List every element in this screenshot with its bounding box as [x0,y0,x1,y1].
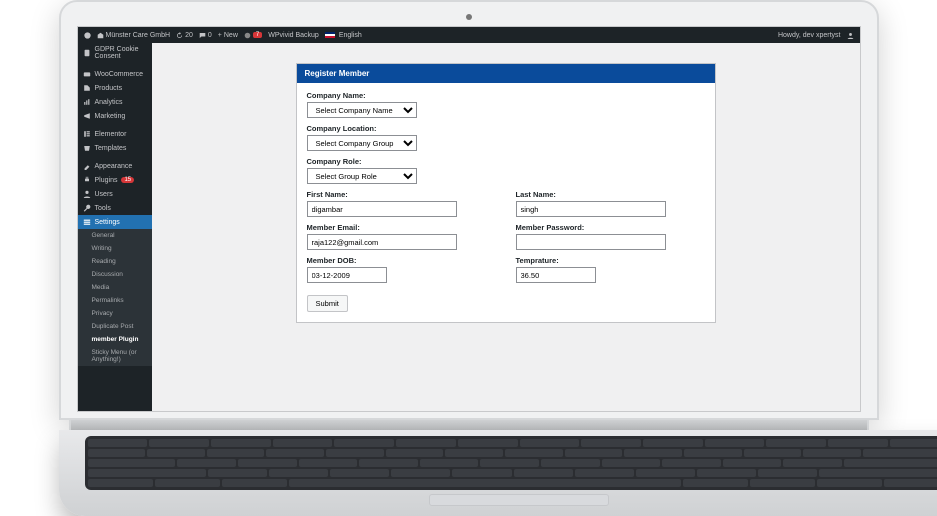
email-input[interactable] [307,234,457,250]
menu-label: Settings [95,219,120,226]
menu-label: Analytics [95,99,123,106]
flag-icon [325,32,335,38]
register-member-card: Register Member Company Name: Select Com… [296,63,716,323]
submenu-discussion[interactable]: Discussion [78,268,152,281]
submenu-permalinks[interactable]: Permalinks [78,294,152,307]
company-name-label: Company Name: [307,91,705,100]
sidebar-item-settings[interactable]: Settings [78,215,152,229]
submenu-writing[interactable]: Writing [78,242,152,255]
sidebar-item-analytics[interactable]: Analytics [78,95,152,109]
laptop-keyboard-deck [59,430,937,516]
submenu-sticky-menu[interactable]: Sticky Menu (or Anything!) [78,346,152,366]
site-name[interactable]: Münster Care GmbH [97,32,171,39]
submenu-member-plugin[interactable]: member Plugin [78,333,152,346]
plugin-notice[interactable]: 7 [244,32,262,39]
menu-label: Tools [95,205,111,212]
sidebar-item-templates[interactable]: Templates [78,141,152,155]
plugins-count-badge: 15 [121,177,134,183]
menu-label: Users [95,191,113,198]
sidebar-item-woocommerce[interactable]: WooCommerce [78,67,152,81]
temperature-label: Temprature: [516,256,705,265]
sidebar-item-products[interactable]: Products [78,81,152,95]
wpvivid-link[interactable]: WPvivid Backup [268,32,319,39]
submenu-privacy[interactable]: Privacy [78,307,152,320]
updates-count[interactable]: 20 [176,32,193,39]
first-name-label: First Name: [307,190,496,199]
admin-bar: Münster Care GmbH 20 0 + New 7 WPvivid B… [78,27,860,43]
laptop-keyboard [85,436,937,490]
menu-label: Products [95,85,123,92]
language-switcher[interactable]: English [325,32,362,39]
sidebar-item-marketing[interactable]: Marketing [78,109,152,123]
laptop-hinge [69,420,869,430]
sidebar-item-plugins[interactable]: Plugins 15 [78,173,152,187]
submenu-duplicate-post[interactable]: Duplicate Post [78,320,152,333]
submenu-media[interactable]: Media [78,281,152,294]
dob-input[interactable] [307,267,387,283]
menu-label: Marketing [95,113,126,120]
company-role-select[interactable]: Select Group Role [307,168,417,184]
menu-label: WooCommerce [95,71,144,78]
submenu-general[interactable]: General [78,229,152,242]
temperature-input[interactable] [516,267,596,283]
user-greeting[interactable]: Howdy, dev xpertyst [778,32,841,39]
dob-label: Member DOB: [307,256,496,265]
email-label: Member Email: [307,223,496,232]
menu-label: GDPR Cookie Consent [95,46,147,60]
card-header: Register Member [297,64,715,83]
sidebar-item-tools[interactable]: Tools [78,201,152,215]
company-location-label: Company Location: [307,124,705,133]
menu-label: Appearance [95,163,133,170]
settings-submenu: General Writing Reading Discussion Media… [78,229,152,366]
screen: Münster Care GmbH 20 0 + New 7 WPvivid B… [77,26,861,412]
password-input[interactable] [516,234,666,250]
password-label: Member Password: [516,223,705,232]
comments-count[interactable]: 0 [199,32,212,39]
submit-button[interactable]: Submit [307,295,348,312]
menu-label: Templates [95,145,127,152]
company-role-label: Company Role: [307,157,705,166]
last-name-input[interactable] [516,201,666,217]
menu-label: Plugins [95,177,118,184]
laptop-camera [466,14,472,20]
first-name-input[interactable] [307,201,457,217]
laptop-trackpad [429,494,609,506]
sidebar-item-users[interactable]: Users [78,187,152,201]
menu-label: Elementor [95,131,127,138]
company-location-select[interactable]: Select Company Group [307,135,417,151]
new-content[interactable]: + New [218,32,238,39]
sidebar-item-appearance[interactable]: Appearance [78,159,152,173]
content-area: Register Member Company Name: Select Com… [152,43,860,411]
submenu-reading[interactable]: Reading [78,255,152,268]
sidebar-item-elementor[interactable]: Elementor [78,127,152,141]
admin-sidebar: GDPR Cookie Consent WooCommerce Products… [78,43,152,411]
last-name-label: Last Name: [516,190,705,199]
wp-logo[interactable] [84,32,91,39]
avatar[interactable] [847,32,854,39]
sidebar-item-gdpr[interactable]: GDPR Cookie Consent [78,43,152,63]
company-name-select[interactable]: Select Company Name [307,102,417,118]
